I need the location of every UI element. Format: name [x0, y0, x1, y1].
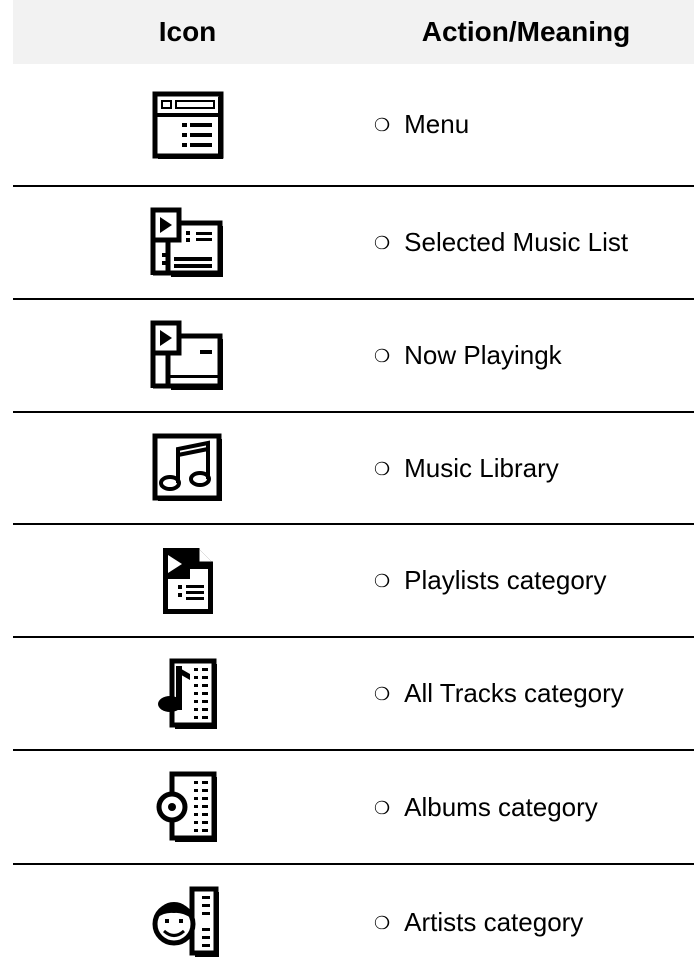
action-label: Now Playingk: [404, 340, 562, 370]
table-row: ❍ Albums category: [13, 749, 694, 863]
table-row: ❍ Playlists category: [13, 523, 694, 636]
icon-cell: [13, 320, 362, 392]
table-row: ❍ All Tracks category: [13, 636, 694, 749]
icon-cell: [13, 433, 362, 503]
action-label: Playlists category: [404, 565, 607, 595]
icon-cell: [13, 658, 362, 730]
action-label: Selected Music List: [404, 227, 629, 257]
playlists-icon: [162, 547, 213, 614]
icon-cell: [13, 91, 362, 159]
table-header: Icon Action/Meaning: [13, 0, 694, 64]
icon-cell: [13, 207, 362, 279]
table-row: ❍ Artists category: [13, 863, 694, 979]
icon-legend-table: Icon Action/Meaning ❍ Menu ❍ Selected Mu…: [13, 0, 694, 979]
action-column-header: Action/Meaning: [421, 16, 631, 47]
all-tracks-icon: [157, 658, 217, 729]
action-cell: ❍ Artists category: [362, 907, 694, 938]
albums-icon: [156, 771, 217, 842]
now-playing-icon: [150, 320, 223, 390]
action-cell: ❍ Music Library: [362, 453, 694, 484]
action-cell: ❍ Selected Music List: [362, 227, 694, 258]
selected-music-list-icon: [150, 207, 223, 277]
bullet-icon: ❍: [374, 912, 391, 934]
music-library-icon: [152, 433, 222, 501]
bullet-icon: ❍: [374, 797, 391, 819]
bullet-icon: ❍: [374, 233, 391, 254]
table-row: ❍ Music Library: [13, 411, 694, 523]
action-cell: ❍ Menu: [362, 109, 694, 140]
action-label: Menu: [404, 109, 470, 139]
bullet-icon: ❍: [374, 115, 391, 136]
icon-cell: [13, 886, 362, 958]
icon-cell: [13, 545, 362, 617]
bullet-icon: ❍: [374, 346, 391, 367]
action-label: All Tracks category: [404, 678, 624, 708]
bullet-icon: ❍: [374, 458, 391, 480]
action-cell: ❍ Albums category: [362, 792, 694, 823]
bullet-icon: ❍: [374, 684, 391, 705]
action-label: Music Library: [404, 452, 559, 483]
icon-column-header: Icon: [158, 16, 217, 47]
menu-icon: [152, 91, 223, 159]
action-label: Artists category: [404, 906, 584, 937]
table-row: ❍ Menu: [13, 64, 694, 185]
artists-icon: [152, 886, 219, 957]
action-cell: ❍ Now Playingk: [362, 340, 694, 371]
action-cell: ❍ All Tracks category: [362, 678, 694, 709]
table-row: ❍ Selected Music List: [13, 185, 694, 298]
action-label: Albums category: [404, 791, 598, 822]
action-cell: ❍ Playlists category: [362, 565, 694, 596]
table-row: ❍ Now Playingk: [13, 298, 694, 411]
bullet-icon: ❍: [374, 571, 391, 592]
icon-cell: [13, 771, 362, 843]
